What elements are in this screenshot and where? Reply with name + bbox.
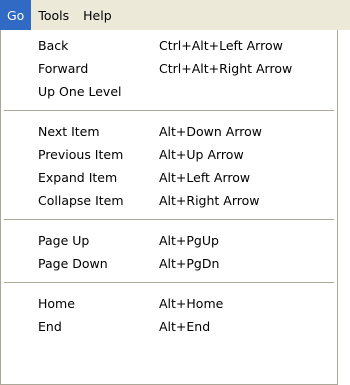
menu-item-shortcut: Alt+Down Arrow	[159, 124, 262, 139]
menu-item-label: End	[38, 319, 62, 334]
menu-item-label: Up One Level	[38, 84, 122, 99]
menu-item-collapse-item[interactable]: Collapse Item Alt+Right Arrow	[1, 189, 337, 212]
menu-item-label: Home	[38, 296, 75, 311]
menu-item-shortcut: Alt+PgUp	[159, 233, 219, 248]
menu-separator	[4, 110, 334, 111]
menu-item-end[interactable]: End Alt+End	[1, 315, 337, 338]
menu-item-label: Expand Item	[38, 170, 118, 185]
menu-help[interactable]: Help	[76, 0, 119, 30]
menu-item-next-item[interactable]: Next Item Alt+Down Arrow	[1, 120, 337, 143]
menu-item-up-one-level[interactable]: Up One Level	[1, 80, 337, 103]
menu-item-label: Back	[38, 38, 69, 53]
menu-item-shortcut: Alt+End	[159, 319, 211, 334]
menu-item-shortcut: Ctrl+Alt+Right Arrow	[159, 61, 293, 76]
menu-item-shortcut: Alt+Right Arrow	[159, 193, 260, 208]
menu-tools[interactable]: Tools	[31, 0, 76, 30]
menu-separator	[4, 282, 334, 283]
menu-item-shortcut: Alt+PgDn	[159, 256, 220, 271]
menu-item-label: Collapse Item	[38, 193, 124, 208]
menu-item-page-up[interactable]: Page Up Alt+PgUp	[1, 229, 337, 252]
menu-bar: Go Tools Help	[0, 0, 350, 30]
menu-item-label: Forward	[38, 61, 89, 76]
menu-item-label: Page Down	[38, 256, 108, 271]
menu-item-shortcut: Alt+Up Arrow	[159, 147, 244, 162]
go-dropdown-menu: Back Ctrl+Alt+Left Arrow Forward Ctrl+Al…	[0, 30, 338, 385]
menu-item-previous-item[interactable]: Previous Item Alt+Up Arrow	[1, 143, 337, 166]
menu-item-shortcut: Alt+Home	[159, 296, 224, 311]
menu-separator	[4, 219, 334, 220]
menu-item-page-down[interactable]: Page Down Alt+PgDn	[1, 252, 337, 275]
menu-item-home[interactable]: Home Alt+Home	[1, 292, 337, 315]
menu-item-forward[interactable]: Forward Ctrl+Alt+Right Arrow	[1, 57, 337, 80]
menu-item-expand-item[interactable]: Expand Item Alt+Left Arrow	[1, 166, 337, 189]
menu-item-shortcut: Alt+Left Arrow	[159, 170, 251, 185]
menu-item-label: Next Item	[38, 124, 100, 139]
menu-go[interactable]: Go	[0, 0, 32, 30]
menu-item-back[interactable]: Back Ctrl+Alt+Left Arrow	[1, 34, 337, 57]
menu-item-label: Previous Item	[38, 147, 124, 162]
menu-item-label: Page Up	[38, 233, 90, 248]
menu-item-shortcut: Ctrl+Alt+Left Arrow	[159, 38, 283, 53]
